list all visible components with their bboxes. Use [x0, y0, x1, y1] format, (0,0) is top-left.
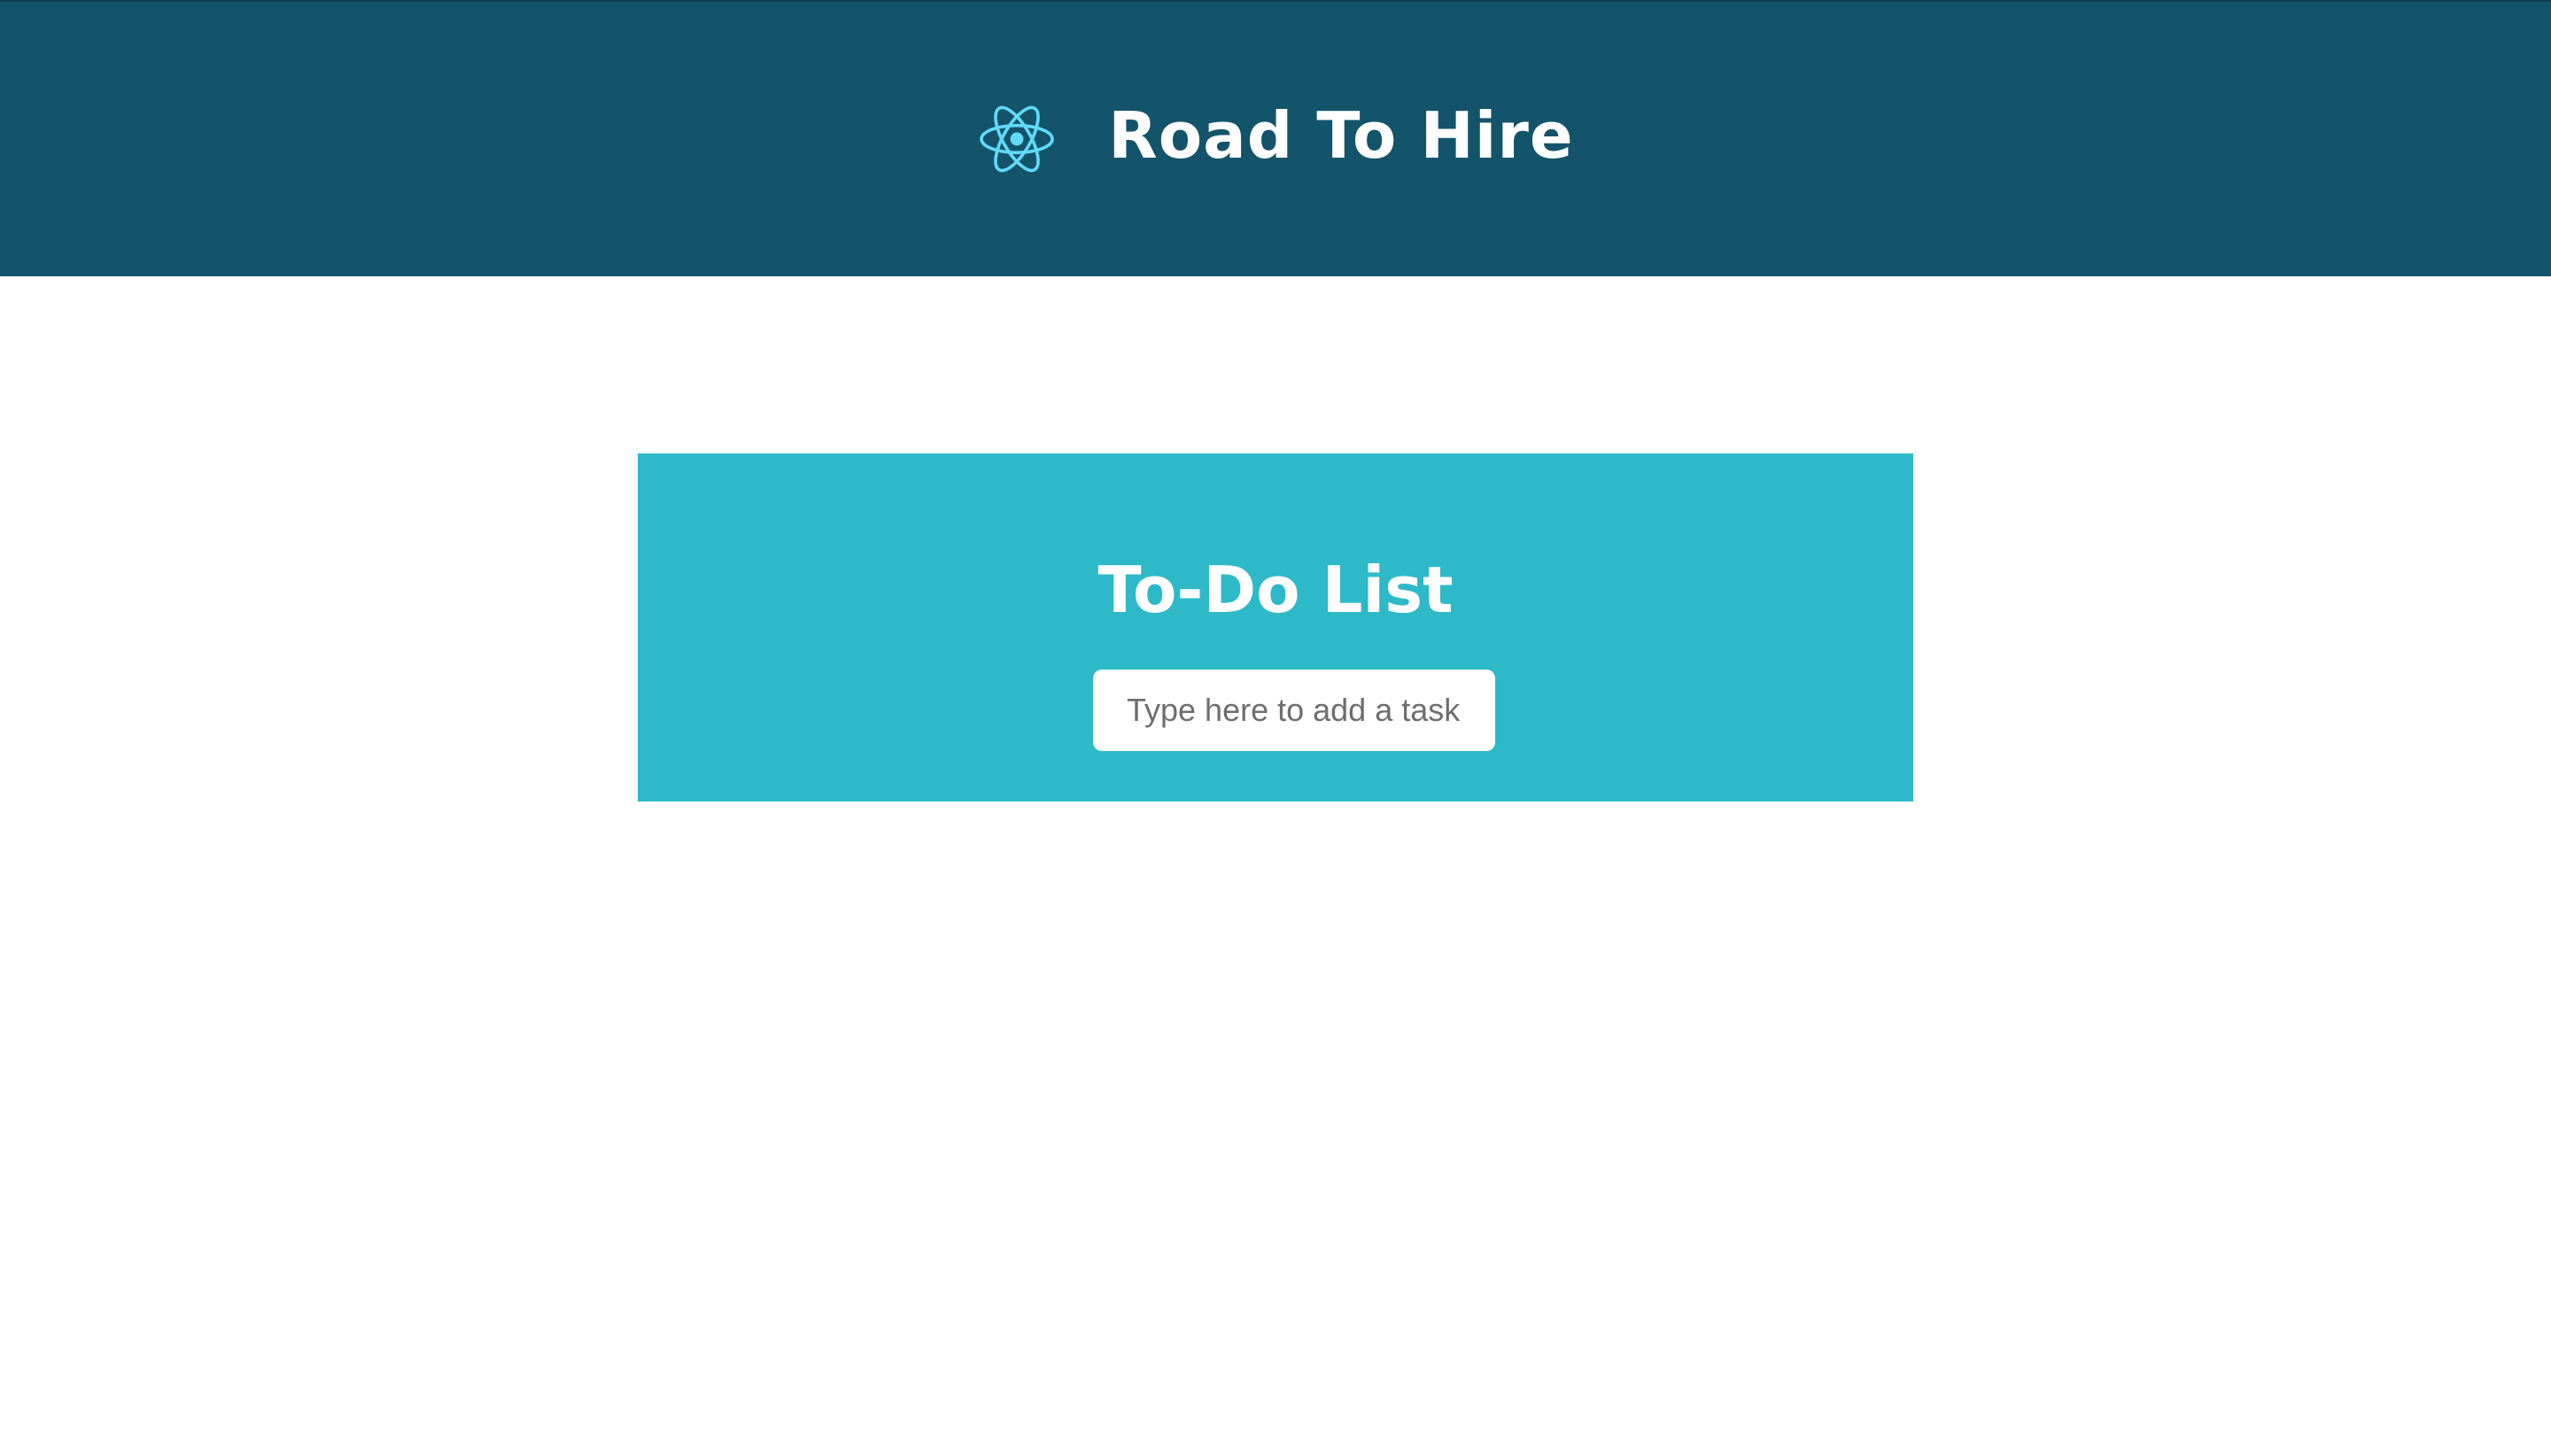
react-atom-icon	[977, 104, 1057, 174]
app-root: Road To Hire To-Do List	[0, 0, 2551, 1456]
app-header: Road To Hire	[0, 0, 2551, 276]
task-input[interactable]	[1093, 670, 1495, 751]
app-title: Road To Hire	[1108, 98, 1574, 173]
header-content: Road To Hire	[0, 2, 2551, 276]
todo-title: To-Do List	[1097, 553, 1454, 627]
todo-card: To-Do List	[638, 453, 1913, 802]
